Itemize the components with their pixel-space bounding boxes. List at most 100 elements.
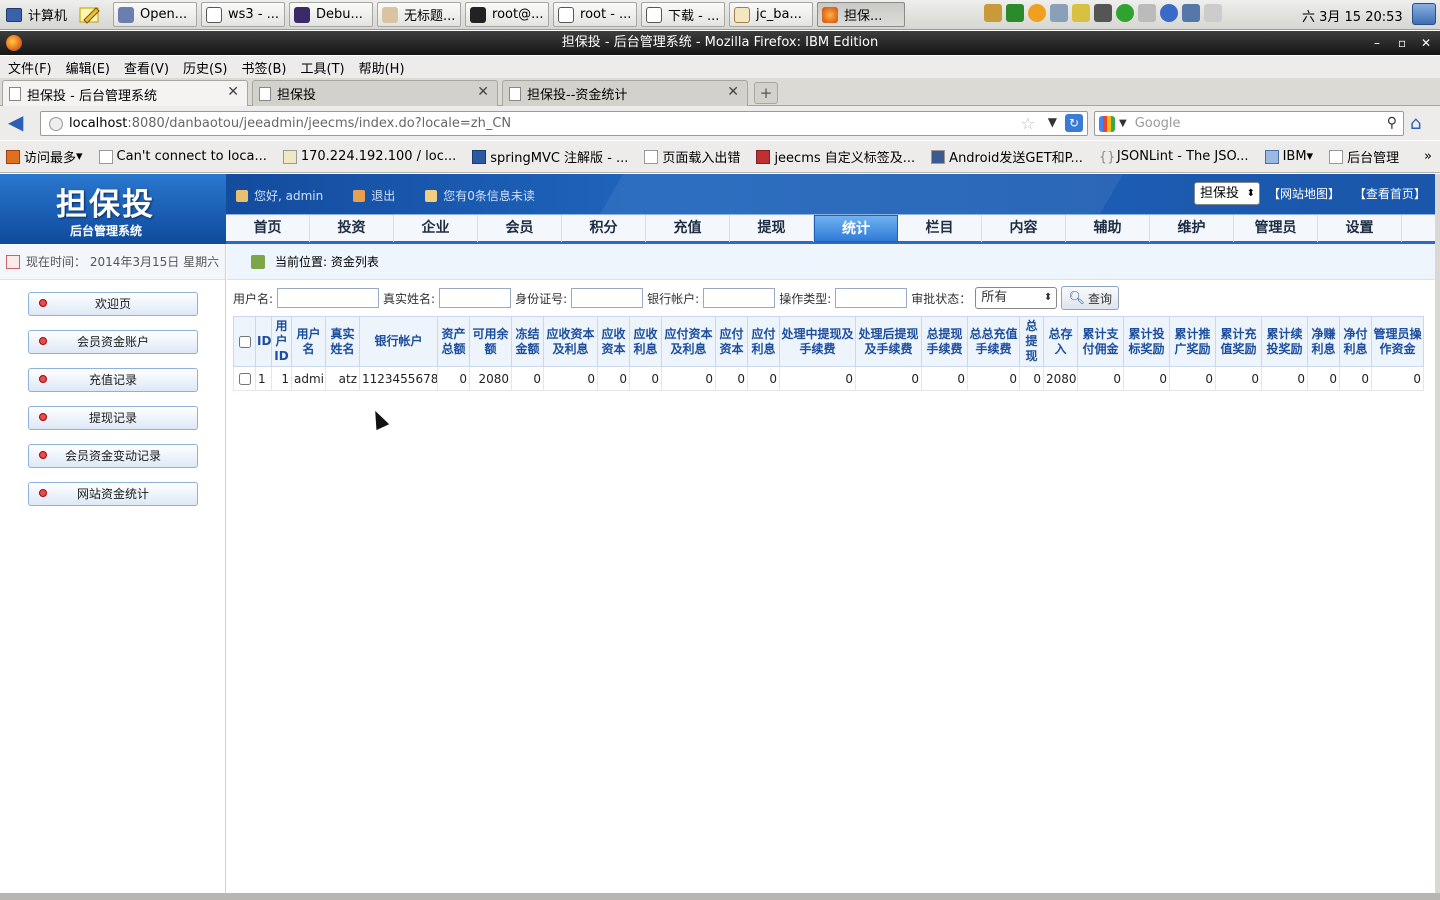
tab-fund-stats[interactable]: 担保投--资金统计 ✕ (502, 80, 748, 106)
messages-link[interactable]: 您有0条信息未读 (425, 187, 535, 204)
close-tab-icon[interactable]: ✕ (727, 84, 739, 100)
bookmark-item[interactable]: 页面载入出错 (644, 147, 740, 166)
update-icon[interactable] (1028, 4, 1046, 22)
nav-item[interactable]: 会员 (478, 215, 562, 242)
maximize-button[interactable]: ▫ (1398, 31, 1406, 55)
nav-item[interactable]: 统计 (814, 215, 898, 242)
nav-item[interactable]: 投资 (310, 215, 394, 242)
tab-danbaotou[interactable]: 担保投 ✕ (252, 80, 498, 106)
tools-icon[interactable] (1072, 4, 1090, 22)
sidebar-item-welcome[interactable]: 欢迎页 (28, 292, 198, 316)
close-tab-icon[interactable]: ✕ (227, 84, 239, 100)
package-icon[interactable] (984, 4, 1002, 22)
nav-item[interactable]: 栏目 (898, 215, 982, 242)
search-binoculars-icon[interactable]: ⚲ (1387, 115, 1397, 131)
sidebar-item-site-fund-stats[interactable]: 网站资金统计 (28, 482, 198, 506)
nav-item[interactable]: 首页 (226, 215, 310, 242)
bookmark-most-visited[interactable]: 访问最多 ▾ (6, 147, 83, 166)
sidebar-item-recharge-records[interactable]: 充值记录 (28, 368, 198, 392)
task-terminal[interactable]: root@... (465, 2, 550, 27)
nav-item[interactable]: 辅助 (1066, 215, 1150, 242)
logout-link[interactable]: 退出 (353, 187, 395, 204)
nav-item[interactable]: 管理员 (1234, 215, 1318, 242)
clock[interactable]: 六 3月 15 20:53 (1302, 6, 1403, 25)
vertical-scrollbar[interactable] (1435, 174, 1440, 893)
task-root[interactable]: root - ... (553, 2, 638, 27)
nav-item[interactable]: 内容 (982, 215, 1066, 242)
menu-file[interactable]: 文件(F) (8, 58, 52, 77)
idcard-input[interactable] (571, 288, 644, 308)
nav-item[interactable]: 提现 (730, 215, 814, 242)
google-icon[interactable] (1099, 115, 1115, 132)
username-input[interactable] (277, 288, 380, 308)
bookmark-item[interactable]: springMVC 注解版 - ... (472, 147, 628, 166)
monitor-icon[interactable] (1006, 4, 1024, 22)
task-open[interactable]: Open... (113, 2, 198, 27)
notes-launcher[interactable] (75, 2, 105, 28)
search-bar[interactable]: ▼ Google ⚲ (1094, 111, 1404, 136)
task-jc[interactable]: jc_ba... (729, 2, 814, 27)
nav-item[interactable]: 积分 (562, 215, 646, 242)
menu-tools[interactable]: 工具(T) (301, 58, 345, 77)
task-firefox[interactable]: 担保... (817, 2, 906, 27)
close-tab-icon[interactable]: ✕ (477, 84, 489, 100)
show-desktop-button[interactable] (1412, 3, 1436, 25)
table-row[interactable]: 11adminatz112345567890102080000000000000… (233, 366, 1424, 391)
task-untitled[interactable]: 无标题... (377, 2, 462, 27)
signal-icon[interactable] (1182, 4, 1200, 22)
minimize-button[interactable]: – (1374, 31, 1380, 55)
menu-history[interactable]: 历史(S) (183, 58, 227, 77)
bookmark-item[interactable]: 后台管理 (1329, 147, 1399, 166)
view-home-link[interactable]: 【查看首页】 (1354, 187, 1426, 201)
task-debug[interactable]: Debu... (289, 2, 374, 27)
menu-view[interactable]: 查看(V) (124, 58, 169, 77)
bank-account-input[interactable] (703, 288, 776, 308)
nav-item[interactable]: 设置 (1318, 215, 1402, 242)
bookmark-item[interactable]: 170.224.192.100 / loc... (282, 149, 456, 164)
select-all-checkbox[interactable] (238, 335, 251, 348)
realname-input[interactable] (439, 288, 512, 308)
display-icon[interactable] (1094, 4, 1112, 22)
check-icon[interactable] (1116, 4, 1134, 22)
sidebar-item-fund-changes[interactable]: 会员资金变动记录 (28, 444, 198, 468)
volume-icon[interactable] (1138, 4, 1156, 22)
bookmark-star-icon[interactable]: ☆ (1021, 114, 1035, 133)
menu-bookmarks[interactable]: 书签(B) (241, 58, 286, 77)
network-icon[interactable] (1050, 4, 1068, 22)
menu-help[interactable]: 帮助(H) (359, 58, 405, 77)
bluetooth-icon[interactable] (1160, 4, 1178, 22)
bookmarks-overflow-icon[interactable]: » (1424, 149, 1432, 164)
query-button[interactable]: 🔍︎ 查询 (1061, 286, 1120, 310)
home-icon[interactable]: ⌂ (1410, 113, 1421, 134)
nav-item[interactable]: 企业 (394, 215, 478, 242)
reload-icon[interactable]: ↻ (1065, 114, 1083, 132)
tab-admin[interactable]: 担保投 - 后台管理系统 ✕ (2, 80, 248, 107)
computer-menu[interactable]: 计算机 (0, 0, 75, 30)
site-select[interactable]: 担保投 ⬍ (1194, 182, 1260, 205)
select-all-header[interactable] (233, 316, 256, 367)
sidebar-item-withdraw-records[interactable]: 提现记录 (28, 406, 198, 430)
site-map-link[interactable]: 【网站地图】 (1268, 187, 1340, 201)
nav-item[interactable]: 维护 (1150, 215, 1234, 242)
horizontal-scrollbar[interactable] (0, 893, 1440, 900)
close-button[interactable]: ✕ (1421, 31, 1431, 55)
operation-type-input[interactable] (835, 288, 908, 308)
menu-edit[interactable]: 编辑(E) (66, 58, 110, 77)
url-bar[interactable]: localhost:8080/danbaotou/jeeadmin/jeecms… (40, 111, 1088, 136)
bookmark-item[interactable]: {} JSONLint - The JSO... (1099, 149, 1249, 165)
nav-item[interactable]: 充值 (646, 215, 730, 242)
bookmark-item[interactable]: jeecms 自定义标签及... (756, 147, 915, 166)
row-checkbox[interactable] (238, 373, 251, 385)
task-ws3[interactable]: ws3 - ... (201, 2, 286, 27)
bookmark-item[interactable]: Android发送GET和P... (931, 147, 1083, 166)
url-dropdown-icon[interactable]: ▼ (1048, 115, 1057, 129)
row-select-cell[interactable] (233, 366, 256, 391)
bookmark-folder-ibm[interactable]: IBM ▾ (1264, 149, 1313, 164)
new-tab-button[interactable]: + (754, 82, 778, 104)
back-button[interactable]: ◀ (8, 112, 32, 134)
bookmark-item[interactable]: Can't connect to loca... (98, 149, 267, 164)
task-downloads[interactable]: 下载 - ... (641, 2, 726, 27)
battery-icon[interactable] (1204, 4, 1222, 22)
approval-status-select[interactable]: 所有 ⬍ (975, 287, 1058, 309)
search-engine-dropdown-icon[interactable]: ▼ (1119, 118, 1127, 129)
